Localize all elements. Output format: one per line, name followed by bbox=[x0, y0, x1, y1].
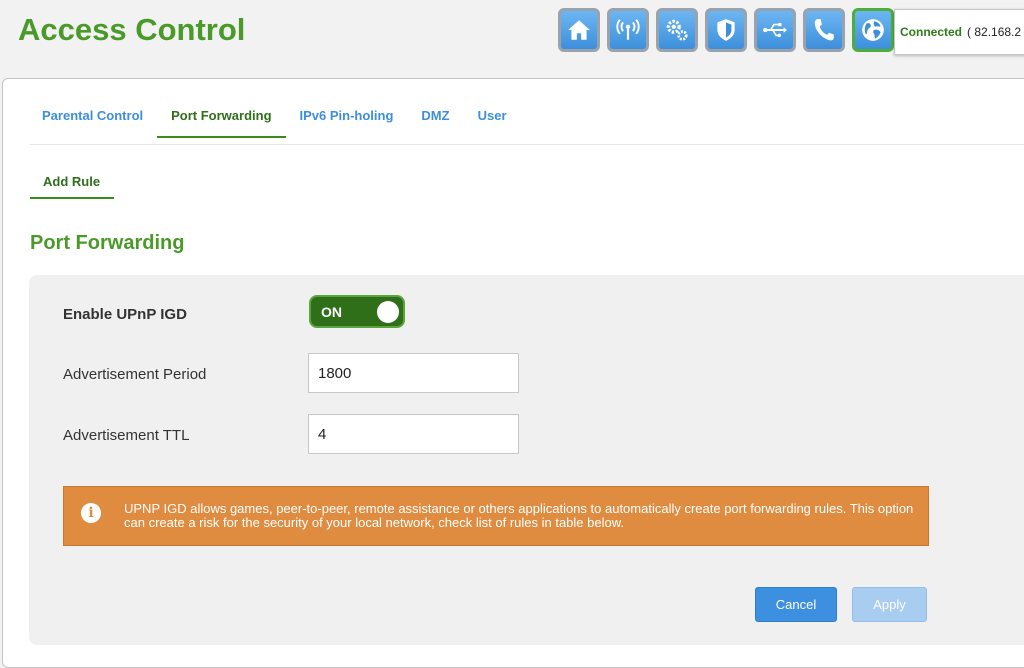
phone-icon bbox=[814, 19, 834, 41]
advertisement-ttl-label: Advertisement TTL bbox=[63, 427, 190, 444]
cancel-button[interactable]: Cancel bbox=[755, 587, 837, 622]
tab-ipv6-pin-holing[interactable]: IPv6 Pin-holing bbox=[286, 100, 408, 136]
tab-dmz[interactable]: DMZ bbox=[407, 100, 463, 136]
upnp-warning-text: UPNP IGD allows games, peer-to-peer, rem… bbox=[124, 501, 914, 530]
usb-button[interactable] bbox=[754, 8, 796, 52]
toggle-knob bbox=[377, 301, 399, 323]
advertisement-ttl-input[interactable] bbox=[308, 414, 519, 454]
security-button[interactable] bbox=[705, 8, 747, 52]
upnp-label: Enable UPnP IGD bbox=[63, 306, 187, 323]
subtab-add-rule[interactable]: Add Rule bbox=[30, 165, 114, 199]
tab-bar: Parental Control Port Forwarding IPv6 Pi… bbox=[28, 100, 521, 138]
info-icon: i bbox=[81, 503, 101, 523]
page-title: Access Control bbox=[18, 12, 246, 47]
settings-icon bbox=[666, 19, 688, 41]
home-icon bbox=[568, 20, 590, 40]
globe-icon bbox=[862, 19, 884, 41]
upnp-warning-box: i UPNP IGD allows games, peer-to-peer, r… bbox=[63, 486, 929, 546]
phone-button[interactable] bbox=[803, 8, 845, 52]
tab-port-forwarding[interactable]: Port Forwarding bbox=[157, 100, 286, 138]
connection-status: Connected ( 82.168.2 bbox=[894, 9, 1024, 55]
shield-icon bbox=[717, 19, 735, 41]
advertisement-period-input[interactable] bbox=[308, 353, 519, 393]
apply-button[interactable]: Apply bbox=[852, 587, 927, 622]
settings-button[interactable] bbox=[656, 8, 698, 52]
tab-divider bbox=[30, 144, 1024, 145]
upnp-toggle-state: ON bbox=[321, 304, 342, 320]
connection-status-text: Connected bbox=[900, 25, 963, 39]
home-button[interactable] bbox=[558, 8, 600, 52]
tab-user[interactable]: User bbox=[464, 100, 521, 136]
usb-icon bbox=[763, 22, 787, 38]
tab-parental-control[interactable]: Parental Control bbox=[28, 100, 157, 136]
wireless-button[interactable] bbox=[607, 8, 649, 52]
wireless-icon bbox=[616, 19, 640, 40]
section-title: Port Forwarding bbox=[30, 232, 185, 254]
ip-address-text: ( 82.168.2 bbox=[967, 25, 1022, 39]
internet-button[interactable] bbox=[852, 8, 894, 52]
advertisement-period-label: Advertisement Period bbox=[63, 366, 207, 383]
upnp-toggle[interactable]: ON bbox=[309, 295, 405, 328]
